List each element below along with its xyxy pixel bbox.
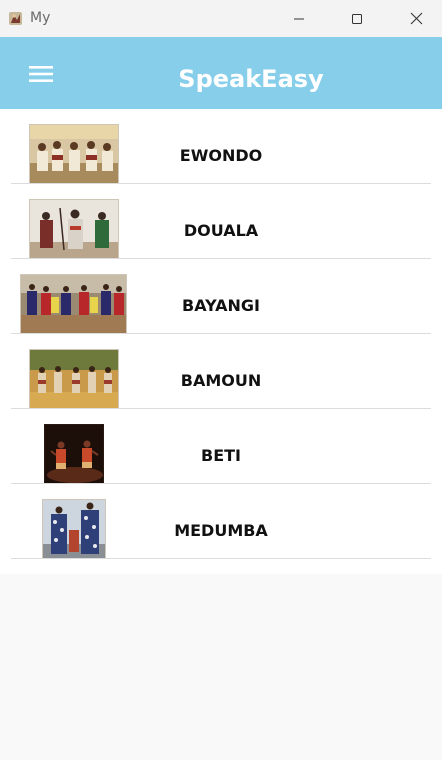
- language-label: DOUALA: [183, 221, 259, 240]
- app-bar: SpeakEasy: [0, 37, 442, 109]
- list-item-beti[interactable]: BETI: [0, 409, 442, 484]
- language-list: EWONDO DOUALA BAYANGI BAMOUN BETI MEDUMB…: [0, 109, 442, 574]
- close-icon: [410, 12, 422, 25]
- minimize-icon: [294, 18, 304, 19]
- list-item-douala[interactable]: DOUALA: [0, 184, 442, 259]
- language-label: BETI: [201, 446, 241, 465]
- app-icon: [9, 12, 22, 25]
- language-label: MEDUMBA: [174, 521, 268, 540]
- close-button[interactable]: [393, 0, 439, 37]
- language-label: BAYANGI: [182, 296, 260, 315]
- list-item-bamoun[interactable]: BAMOUN: [0, 334, 442, 409]
- maximize-button[interactable]: [334, 0, 380, 37]
- list-item-medumba[interactable]: MEDUMBA: [0, 484, 442, 559]
- language-label: EWONDO: [179, 146, 263, 165]
- window-title: My: [30, 10, 51, 26]
- list-item-ewondo[interactable]: EWONDO: [0, 109, 442, 184]
- minimize-button[interactable]: [276, 0, 322, 37]
- divider: [11, 558, 431, 559]
- app-title: SpeakEasy: [178, 65, 324, 93]
- window-titlebar[interactable]: My: [0, 0, 442, 37]
- maximize-icon: [352, 13, 362, 24]
- app-window: My SpeakEasy EWONDO DOUALA BAYANGI BAMOU…: [0, 0, 442, 760]
- language-label: BAMOUN: [180, 371, 262, 390]
- list-item-bayangi[interactable]: BAYANGI: [0, 259, 442, 334]
